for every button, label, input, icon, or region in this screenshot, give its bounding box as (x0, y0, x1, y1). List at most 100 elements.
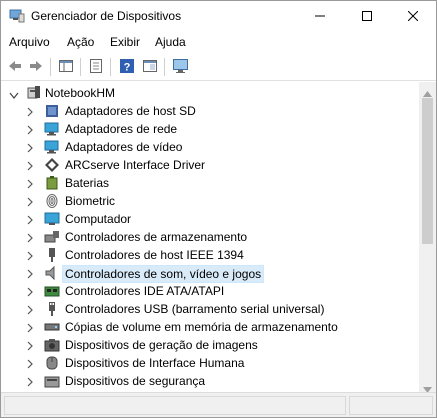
chevron-right-icon[interactable] (25, 250, 35, 261)
tree-root-row[interactable]: NotebookHM (1, 84, 419, 102)
tree-item-label: ARCserve Interface Driver (65, 158, 206, 172)
window-title: Gerenciador de Dispositivos (31, 9, 182, 23)
help-button[interactable]: ? (117, 57, 137, 77)
tree-item[interactable]: Adaptadores de host SD (1, 102, 419, 120)
speaker-icon (44, 265, 60, 281)
forward-icon (28, 58, 44, 77)
storage-controller-icon (44, 229, 60, 245)
chevron-right-icon[interactable] (25, 268, 35, 279)
chevron-right-icon[interactable] (25, 160, 35, 171)
tree-item[interactable]: Cópias de volume em memória de armazenam… (1, 318, 419, 336)
display-adapter-icon (44, 139, 60, 155)
device-tree[interactable]: NotebookHM Adaptadores de host SD Adaptad… (1, 82, 419, 392)
device-manager-window: Gerenciador de Dispositivos Arquivo Ação… (0, 0, 437, 418)
scan-hardware-button[interactable] (171, 57, 191, 77)
tree-item-label: Controladores de armazenamento (65, 230, 248, 244)
show-hide-console-tree-button[interactable] (56, 57, 76, 77)
tree-item-label: Dispositivos de segurança (65, 374, 206, 388)
help-icon: ? (119, 58, 135, 77)
status-bar (1, 392, 436, 417)
tree-item[interactable]: ARCserve Interface Driver (1, 156, 419, 174)
toolbar-separator (80, 58, 81, 76)
tree-item[interactable]: Adaptadores de rede (1, 120, 419, 138)
maximize-button[interactable] (344, 1, 390, 31)
computer-icon (44, 211, 60, 227)
toolbar-separator (110, 58, 111, 76)
status-cell-secondary (349, 396, 433, 415)
volume-shadow-icon (44, 319, 60, 335)
tree-item-label: Adaptadores de rede (65, 122, 178, 136)
tree-item-label: Baterias (65, 176, 110, 190)
details-view-button[interactable] (140, 57, 160, 77)
chevron-right-icon[interactable] (25, 340, 35, 351)
tree-item[interactable]: Biometric (1, 192, 419, 210)
chevron-down-icon[interactable] (9, 89, 19, 103)
tree-root-label: NotebookHM (45, 86, 116, 100)
tree-item-label: Biometric (65, 194, 116, 208)
close-button[interactable] (390, 1, 436, 31)
chevron-right-icon[interactable] (25, 196, 35, 207)
arcserve-icon (44, 157, 60, 173)
tree-item-label: Controladores de som, vídeo e jogos (62, 265, 265, 283)
chevron-right-icon[interactable] (25, 214, 35, 225)
properties-button[interactable] (86, 57, 106, 77)
status-cell-main (4, 396, 346, 415)
chevron-right-icon[interactable] (25, 304, 35, 315)
menu-arquivo[interactable]: Arquivo (9, 35, 50, 49)
details-view-icon (142, 58, 158, 77)
tree-item[interactable]: Baterias (1, 174, 419, 192)
hid-icon (44, 355, 60, 371)
back-button[interactable] (5, 57, 25, 77)
scrollbar-thumb[interactable] (422, 98, 433, 244)
menu-exibir[interactable]: Exibir (110, 35, 140, 49)
tree-item[interactable]: Controladores de host IEEE 1394 (1, 246, 419, 264)
security-device-icon (44, 373, 60, 389)
tree-item[interactable]: Controladores IDE ATA/ATAPI (1, 282, 419, 300)
monitor-scan-icon (172, 58, 190, 77)
tree-item-label: Adaptadores de host SD (65, 104, 196, 118)
svg-text:?: ? (124, 61, 131, 73)
toolbar: ? (1, 53, 436, 81)
tree-item[interactable]: Dispositivos de geração de imagens (1, 336, 419, 354)
tree-item[interactable]: Adaptadores de vídeo (1, 138, 419, 156)
tree-item[interactable]: Controladores de armazenamento (1, 228, 419, 246)
tree-item[interactable]: Controladores de som, vídeo e jogos (1, 264, 419, 283)
chevron-right-icon[interactable] (25, 358, 35, 369)
minimize-button[interactable] (297, 1, 343, 31)
chevron-right-icon[interactable] (25, 142, 35, 153)
title-bar[interactable]: Gerenciador de Dispositivos (1, 1, 436, 31)
chevron-right-icon[interactable] (25, 286, 35, 297)
menu-ajuda[interactable]: Ajuda (155, 35, 186, 49)
chevron-right-icon[interactable] (25, 376, 35, 387)
tree-item-label: Dispositivos de Interface Humana (65, 356, 245, 370)
sd-host-icon (44, 103, 60, 119)
chevron-right-icon[interactable] (25, 106, 35, 117)
back-icon (7, 58, 23, 77)
chevron-right-icon[interactable] (25, 178, 35, 189)
properties-view-icon (58, 58, 74, 77)
tree-item[interactable]: Dispositivos de Interface Humana (1, 354, 419, 372)
menu-bar: Arquivo Ação Exibir Ajuda (1, 31, 436, 53)
tree-item-label: Controladores USB (barramento serial uni… (65, 302, 325, 316)
chevron-right-icon[interactable] (25, 322, 35, 333)
tree-item-label: Dispositivos de geração de imagens (65, 338, 258, 352)
camera-icon (44, 337, 60, 353)
network-icon (44, 121, 60, 137)
toolbar-separator (50, 58, 51, 76)
vertical-scrollbar[interactable] (419, 82, 436, 393)
tree-item[interactable]: Computador (1, 210, 419, 228)
tree-item[interactable]: Controladores USB (barramento serial uni… (1, 300, 419, 318)
ieee1394-icon (44, 247, 60, 263)
tree-item-label: Adaptadores de vídeo (65, 140, 183, 154)
toolbar-separator (164, 58, 165, 76)
fingerprint-icon (44, 193, 60, 209)
tree-item-label: Controladores de host IEEE 1394 (65, 248, 244, 262)
chevron-right-icon[interactable] (25, 124, 35, 135)
forward-button[interactable] (26, 57, 46, 77)
menu-acao[interactable]: Ação (67, 35, 94, 49)
chevron-right-icon[interactable] (25, 232, 35, 243)
tree-item-label: Cópias de volume em memória de armazenam… (65, 320, 338, 334)
tree-item[interactable]: Dispositivos de segurança (1, 372, 419, 390)
usb-icon (44, 301, 60, 317)
device-view-icon (88, 58, 104, 77)
